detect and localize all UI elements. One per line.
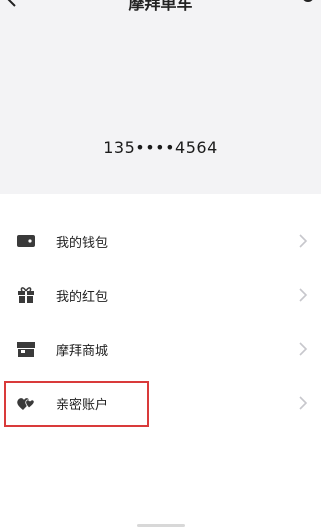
page-title: 摩拜单车 — [128, 0, 193, 13]
menu-item-red-packet[interactable]: 我的红包 — [0, 268, 321, 322]
menu-item-mall[interactable]: 摩拜商城 — [0, 322, 321, 376]
highlight-box — [4, 381, 149, 427]
gift-icon — [18, 287, 34, 303]
chevron-right-icon — [299, 342, 308, 356]
menu-item-label: 我的钱包 — [56, 236, 109, 251]
chevron-right-icon — [299, 288, 308, 302]
top-bar: 摩拜单车 — [0, 0, 321, 13]
store-icon — [17, 342, 35, 357]
menu-item-label: 我的红包 — [56, 290, 109, 305]
home-indicator — [137, 524, 185, 527]
menu-item-wallet[interactable]: 我的钱包 — [0, 214, 321, 268]
wallet-icon — [17, 235, 35, 247]
profile-header: 摩拜单车 135••••4564 — [0, 0, 321, 194]
chevron-right-icon — [299, 396, 308, 410]
menu-item-label: 摩拜商城 — [56, 344, 109, 359]
refresh-icon[interactable] — [300, 0, 316, 4]
phone-number: 135••••4564 — [103, 138, 218, 157]
chevron-right-icon — [299, 234, 308, 248]
